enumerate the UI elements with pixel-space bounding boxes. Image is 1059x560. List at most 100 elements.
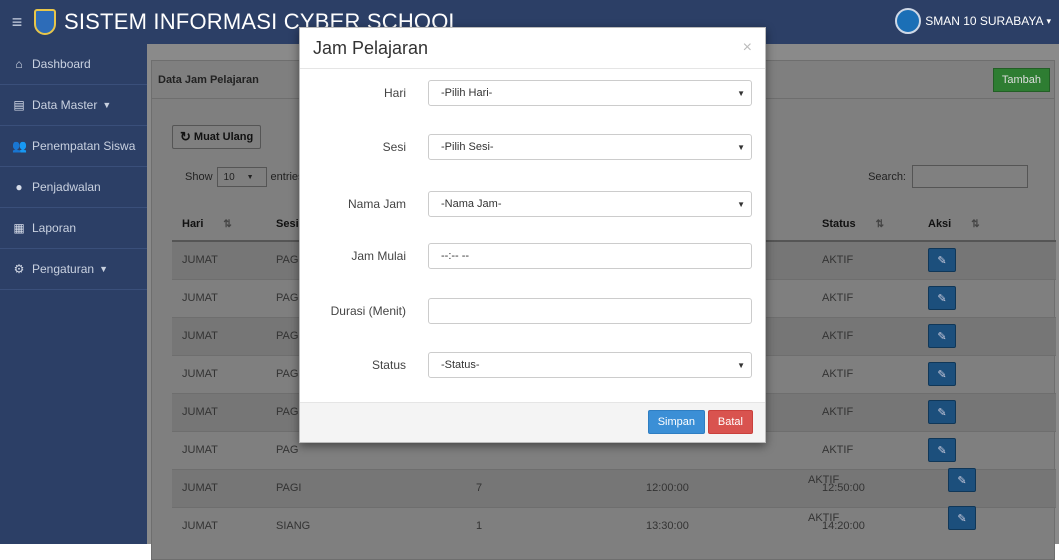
home-icon: ⌂ — [15, 57, 23, 71]
cell-aksi: ✎ — [918, 240, 1056, 279]
jam-mulai-label: Jam Mulai — [351, 249, 406, 263]
cell-aksi: ✎ — [918, 316, 1056, 355]
sidebar-item-dashboard[interactable]: ⌂ Dashboard — [0, 44, 147, 85]
cell-no: 7 — [466, 468, 636, 507]
cell-mulai: 12:00:00 — [636, 468, 812, 507]
sidebar-item-pengaturan[interactable]: ⚙ Pengaturan ▼ — [0, 249, 147, 290]
modal-footer: Simpan Batal — [300, 402, 765, 442]
sidebar-item-label: Data Master — [32, 98, 98, 112]
cancel-button[interactable]: Batal — [707, 410, 753, 434]
hari-label: Hari — [383, 86, 406, 100]
sidebar: ⌂ Dashboard ▤ Data Master ▼ 👥 Penempatan… — [0, 44, 147, 544]
chevron-down-icon: ▼ — [246, 173, 254, 181]
page-size-select[interactable]: 10 ▼ — [216, 167, 267, 187]
column-header-hari[interactable]: Hari ⇅ — [172, 207, 266, 242]
header-label: Hari — [182, 217, 204, 230]
sidebar-item-data-master[interactable]: ▤ Data Master ▼ — [0, 85, 147, 126]
hari-select[interactable]: -Pilih Hari- ▼ — [428, 80, 752, 106]
sidebar-item-penempatan-siswa[interactable]: 👥 Penempatan Siswa — [0, 126, 147, 167]
search-input[interactable] — [912, 165, 1028, 188]
edit-button[interactable]: ✎ — [928, 400, 956, 424]
status-select[interactable]: -Status- ▼ — [428, 352, 752, 378]
cell-selesai: 12:50:00 — [812, 468, 918, 507]
cell-status: AKTIF — [812, 430, 918, 469]
sidebar-item-laporan[interactable]: ▦ Laporan — [0, 208, 147, 249]
jam-mulai-value: --:-- -- — [441, 250, 470, 262]
jam-pelajaran-modal: Jam Pelajaran × Hari -Pilih Hari- ▼ Sesi… — [299, 27, 766, 443]
cell-hari: JUMAT — [172, 506, 266, 545]
refresh-icon: ↻ — [180, 129, 191, 144]
chevron-down-icon: ▼ — [737, 200, 745, 209]
cell-hari: JUMAT — [172, 468, 266, 507]
hamburger-icon[interactable]: ≡ — [0, 0, 34, 44]
durasi-label: Durasi (Menit) — [330, 304, 406, 318]
cell-aksi: ✎ — [918, 392, 1056, 431]
cell-status: AKTIF — [812, 354, 918, 393]
cell-mulai: 13:30:00 — [636, 506, 812, 545]
sidebar-item-label: Laporan — [32, 221, 77, 235]
durasi-input[interactable] — [428, 298, 752, 324]
form-row-status: Status -Status- ▼ — [300, 350, 767, 380]
form-row-hari: Hari -Pilih Hari- ▼ — [300, 78, 767, 108]
cell-no: 1 — [466, 506, 636, 545]
edit-icon: ✎ — [937, 444, 947, 457]
cell-status: AKTIF — [812, 316, 918, 355]
column-header-aksi[interactable]: Aksi ⇅ — [918, 207, 1056, 242]
chevron-down-icon: ▼ — [737, 89, 745, 98]
modal-title: Jam Pelajaran — [300, 28, 765, 69]
cell-hari: JUMAT — [172, 430, 266, 469]
jam-mulai-input[interactable]: --:-- -- — [428, 243, 752, 269]
edit-button[interactable]: ✎ — [928, 286, 956, 310]
reload-button[interactable]: ↻ Muat Ulang — [172, 125, 262, 149]
chevron-down-icon: ▼ — [737, 143, 745, 152]
sidebar-item-label: Penempatan Siswa — [32, 139, 136, 153]
sidebar-item-label: Penjadwalan — [32, 180, 101, 194]
cell-hari: JUMAT — [172, 240, 266, 279]
chevron-down-icon: ▼ — [99, 264, 108, 274]
cell-status: AKTIF — [812, 278, 918, 317]
cell-status-aksi: AKTIF — [918, 468, 1056, 507]
report-icon: ▦ — [13, 221, 25, 235]
page-size-control: Show 10 ▼ entries — [185, 167, 304, 187]
edit-button[interactable]: ✎ — [928, 438, 956, 462]
user-menu[interactable]: SMAN 10 SURABAYA ▾ — [895, 8, 1051, 34]
header-label: Sesi — [276, 217, 299, 230]
sort-icon: ⇅ — [971, 218, 980, 230]
page-size-value: 10 — [223, 171, 235, 183]
circle-icon: ● — [15, 180, 23, 194]
list-icon: ▤ — [13, 98, 25, 112]
chevron-down-icon: ▾ — [1046, 15, 1051, 26]
save-button[interactable]: Simpan — [647, 410, 705, 434]
header-label: Status — [822, 217, 856, 230]
cell-hari: JUMAT — [172, 316, 266, 355]
nama-jam-value: -Nama Jam- — [441, 198, 502, 210]
nama-jam-select[interactable]: -Nama Jam- ▼ — [428, 191, 752, 217]
edit-icon: ✎ — [937, 254, 947, 267]
edit-button[interactable]: ✎ — [928, 362, 956, 386]
add-button[interactable]: Tambah — [992, 68, 1050, 92]
cell-sesi: PAGI — [266, 468, 466, 507]
sort-icon: ⇅ — [875, 218, 885, 230]
column-header-status[interactable]: Status ⇅ — [812, 207, 918, 242]
show-label: Show — [185, 171, 213, 183]
form-row-sesi: Sesi -Pilih Sesi- ▼ — [300, 132, 767, 162]
gear-icon: ⚙ — [13, 262, 25, 276]
close-icon[interactable]: × — [743, 39, 752, 57]
cell-aksi: ✎ — [918, 430, 1056, 469]
form-row-nama-jam: Nama Jam -Nama Jam- ▼ — [300, 189, 767, 219]
cell-status: AKTIF — [812, 240, 918, 279]
edit-button[interactable]: ✎ — [928, 324, 956, 348]
status-label: Status — [371, 358, 406, 372]
sesi-select[interactable]: -Pilih Sesi- ▼ — [428, 134, 752, 160]
sidebar-item-label: Dashboard — [32, 57, 91, 71]
form-row-jam-mulai: Jam Mulai --:-- -- — [300, 241, 767, 271]
sesi-label: Sesi — [382, 140, 406, 154]
edit-icon: ✎ — [937, 292, 947, 305]
sidebar-item-label: Pengaturan — [32, 262, 95, 276]
edit-button[interactable]: ✎ — [928, 248, 956, 273]
users-icon: 👥 — [12, 139, 27, 153]
cell-hari: JUMAT — [172, 392, 266, 431]
sidebar-item-penjadwalan[interactable]: ● Penjadwalan — [0, 167, 147, 208]
nama-jam-label: Nama Jam — [347, 197, 406, 211]
cell-aksi: ✎ — [918, 278, 1056, 317]
